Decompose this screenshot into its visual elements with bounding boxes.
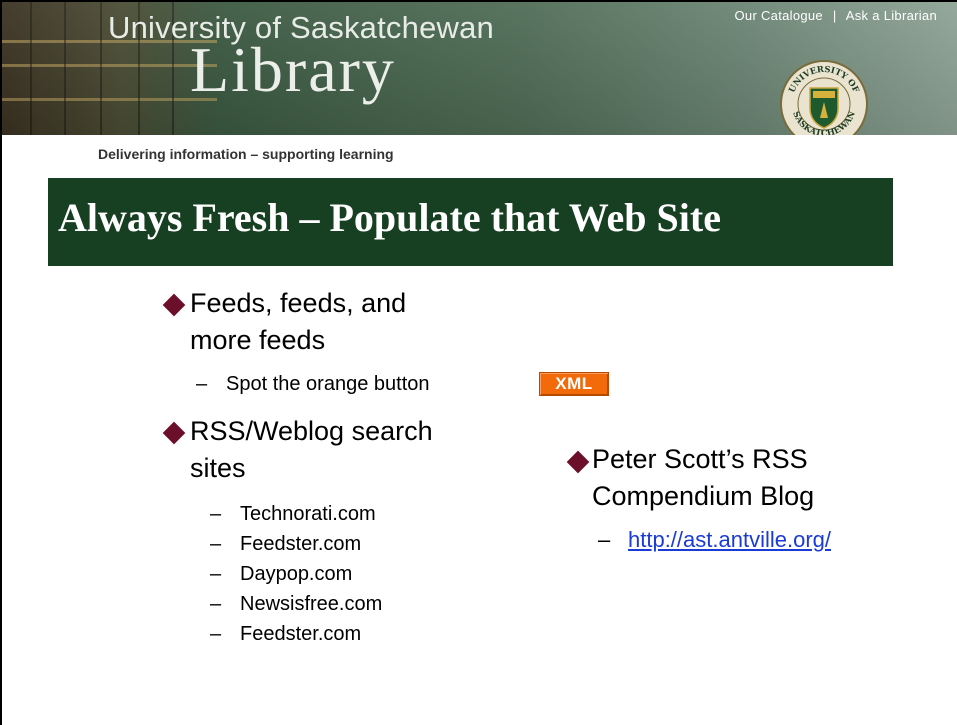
sub-bullet-url: – http://ast.antville.org/ xyxy=(598,527,831,552)
sub-bullet-newsisfree: Newsisfree.com xyxy=(240,593,383,615)
library-name: Library xyxy=(190,34,396,105)
link-separator: | xyxy=(832,8,837,23)
bullet-diamond-icon xyxy=(162,293,186,317)
sub-bullet-text: Spot the orange button xyxy=(226,373,430,395)
bullet-diamond-icon xyxy=(162,421,186,445)
sub-bullet-list: – Technorati.com – Feedster.com – Daypop.co… xyxy=(210,499,382,649)
bullet-search-sites: RSS/Weblog search sites xyxy=(190,413,433,487)
list-item: – Daypop.com xyxy=(210,563,353,585)
sub-bullet-feedster-2: Feedster.com xyxy=(240,623,362,645)
bullet-rss-compendium: Peter Scott’s RSS Compendium Blog xyxy=(592,441,814,515)
sub-bullet-technorati: Technorati.com xyxy=(240,503,376,525)
sub-bullet-feedster: Feedster.com xyxy=(240,533,362,555)
slide: University of Saskatchewan Library Our C… xyxy=(0,0,957,725)
catalogue-link[interactable]: Our Catalogue xyxy=(735,8,823,23)
bullet-diamond-icon xyxy=(566,450,590,474)
bullet-search-sites-line1: RSS/Weblog search xyxy=(190,416,433,446)
sub-bullet-dash: – xyxy=(196,373,208,395)
bullet-rss-compendium-line2: Compendium Blog xyxy=(592,481,815,511)
list-item: – Feedster.com xyxy=(210,533,362,555)
top-links: Our Catalogue | Ask a Librarian xyxy=(735,8,937,23)
list-item: – Newsisfree.com xyxy=(210,593,383,615)
xml-feed-badge[interactable]: XML xyxy=(539,372,609,396)
tagline: Delivering information – supporting lear… xyxy=(98,146,394,162)
compendium-blog-link[interactable]: http://ast.antville.org/ xyxy=(628,527,831,552)
sub-bullet-orange-button: – Spot the orange button xyxy=(196,369,430,399)
bullet-rss-compendium-line1: Peter Scott’s RSS xyxy=(592,444,808,474)
slide-title: Always Fresh – Populate that Web Site xyxy=(58,195,721,240)
bullet-feeds-line1: Feeds, feeds, and xyxy=(190,288,407,318)
sub-bullet-daypop: Daypop.com xyxy=(240,563,353,585)
bullet-search-sites-line2: sites xyxy=(190,453,246,483)
ask-librarian-link[interactable]: Ask a Librarian xyxy=(846,8,937,23)
list-item: – Technorati.com xyxy=(210,503,376,525)
bullet-feeds: Feeds, feeds, and more feeds xyxy=(190,285,406,359)
list-item: – Feedster.com xyxy=(210,623,362,645)
bullet-feeds-line2: more feeds xyxy=(190,325,326,355)
